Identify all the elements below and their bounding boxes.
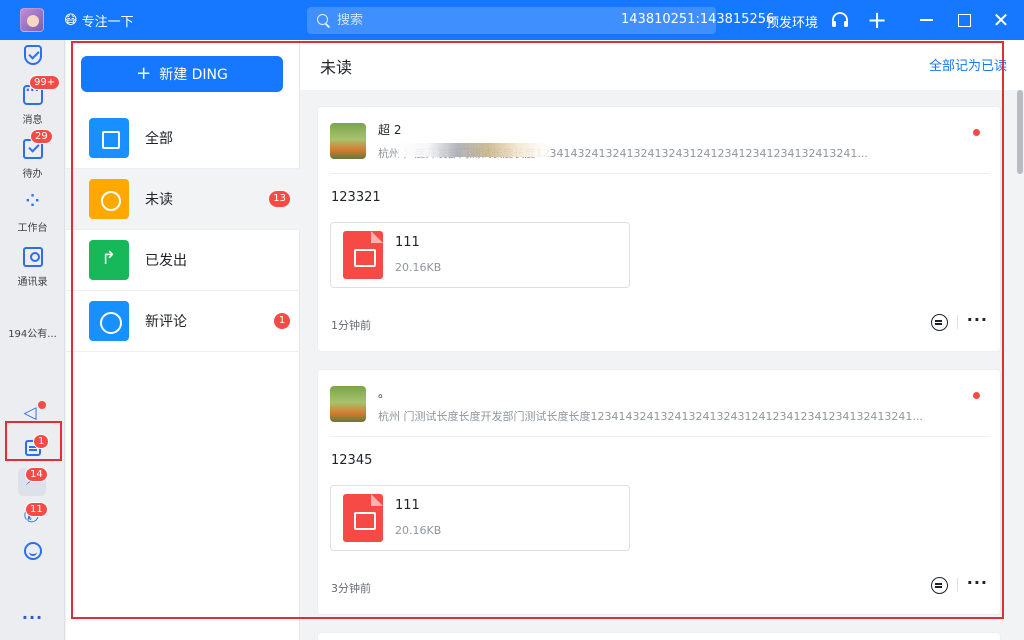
unread-dot bbox=[973, 392, 980, 399]
mark-all-read-link[interactable]: 全部记为已读 bbox=[929, 55, 1007, 74]
rail-item-label: 工作台 bbox=[17, 223, 48, 234]
scrollbar[interactable] bbox=[1017, 90, 1023, 174]
list-header: 未读 全部记为已读 bbox=[300, 40, 1024, 90]
timestamp: 3分钟前 bbox=[331, 582, 371, 595]
new-ding-label: 新建 DING bbox=[159, 67, 228, 83]
more-dots-icon[interactable]: ··· bbox=[0, 608, 65, 627]
status-indicator[interactable]: 😷 专注一下 bbox=[64, 11, 134, 30]
category-unread[interactable]: 未读 13 bbox=[66, 169, 300, 230]
category-sent[interactable]: 已发出 bbox=[66, 230, 300, 291]
left-rail: 消息 99+ 待办 29 工作台 通讯录 194公有... 1 14 11 ··… bbox=[0, 40, 65, 640]
sender-name: 超 2 bbox=[378, 123, 402, 137]
wallet-icon bbox=[89, 118, 129, 158]
message-body: 12345 bbox=[331, 453, 373, 468]
image-file-icon bbox=[343, 494, 383, 542]
shield-icon bbox=[23, 45, 42, 65]
rail-shield[interactable] bbox=[0, 45, 65, 69]
redacted-overlay bbox=[398, 143, 548, 157]
contacts-icon bbox=[22, 247, 43, 267]
ding-category-panel: + 新建 DING 全部 未读 13 已发出 新评论 1 bbox=[66, 40, 300, 640]
unread-dot bbox=[973, 129, 980, 136]
file-attachment[interactable]: 111 20.16KB bbox=[330, 485, 630, 551]
divider bbox=[957, 578, 958, 592]
ding-card[interactable]: 超 2 杭州 ）度开发部门测试长度长度123414324132413241324… bbox=[317, 106, 1001, 352]
sender-name: 。 bbox=[378, 386, 391, 400]
timestamp: 1分钟前 bbox=[331, 319, 371, 332]
file-name: 111 bbox=[395, 498, 420, 513]
status-emoji-icon: 😷 bbox=[64, 13, 78, 28]
rail-item-label: 待办 bbox=[22, 169, 43, 180]
file-attachment[interactable]: 111 20.16KB bbox=[330, 222, 630, 288]
search-input[interactable] bbox=[337, 13, 537, 28]
more-dots-icon[interactable]: ··· bbox=[967, 310, 988, 329]
new-ding-button[interactable]: + 新建 DING bbox=[81, 56, 283, 92]
ding-list-area: 未读 全部记为已读 超 2 杭州 ）度开发部门测试长度长度12341432413… bbox=[300, 40, 1024, 640]
title-bar: 😷 专注一下 143810251:143815256 预发环境 + ✕ bbox=[0, 0, 1024, 40]
rail-item-org[interactable]: 194公有... bbox=[0, 325, 65, 340]
message-body: 123321 bbox=[331, 190, 381, 205]
rail-item-messages[interactable]: 消息 99+ bbox=[0, 75, 65, 126]
page-title: 未读 bbox=[320, 58, 353, 77]
maximize-icon[interactable] bbox=[952, 8, 976, 32]
file-size: 20.16KB bbox=[395, 524, 442, 537]
unread-badge: 29 bbox=[30, 129, 53, 144]
plus-icon[interactable]: + bbox=[865, 8, 889, 32]
comment-icon[interactable] bbox=[931, 577, 948, 594]
category-new-comments[interactable]: 新评论 1 bbox=[66, 291, 300, 352]
category-all[interactable]: 全部 bbox=[66, 108, 300, 169]
user-avatar[interactable] bbox=[20, 8, 44, 32]
check-circle-icon bbox=[89, 179, 129, 219]
status-text: 专注一下 bbox=[81, 15, 134, 30]
category-label: 已发出 bbox=[145, 253, 187, 269]
divider bbox=[330, 173, 990, 174]
image-file-icon bbox=[343, 231, 383, 279]
rail-item-label: 通讯录 bbox=[17, 277, 48, 288]
divider bbox=[957, 315, 958, 329]
unread-badge: 99+ bbox=[29, 75, 61, 90]
category-label: 新评论 bbox=[145, 314, 187, 330]
file-size: 20.16KB bbox=[395, 261, 442, 274]
grid-apps-icon bbox=[23, 187, 43, 215]
headset-icon[interactable] bbox=[828, 8, 852, 32]
rail-item-calls[interactable]: 11 bbox=[0, 502, 65, 532]
sender-avatar bbox=[330, 386, 366, 422]
category-label: 全部 bbox=[145, 131, 173, 147]
sender-department: 杭州 门测试长度长度开发部门测试长度长度12341432413241324132… bbox=[378, 410, 923, 423]
environment-label[interactable]: 预发环境 bbox=[766, 12, 818, 31]
notification-dot bbox=[38, 401, 46, 409]
unread-badge: 14 bbox=[25, 467, 48, 482]
comment-icon bbox=[89, 301, 129, 341]
unread-badge: 11 bbox=[25, 502, 48, 517]
cloud-smile-icon bbox=[23, 542, 42, 560]
more-dots-icon[interactable]: ··· bbox=[967, 573, 988, 592]
plus-icon: + bbox=[136, 63, 152, 84]
rail-item-label: 消息 bbox=[22, 115, 43, 126]
search-icon bbox=[317, 13, 331, 28]
rail-item-cloud[interactable] bbox=[0, 542, 65, 564]
sender-avatar bbox=[330, 123, 366, 159]
divider bbox=[330, 436, 990, 437]
ding-card[interactable]: 。 杭州 门测试长度长度开发部门测试长度长度123414324132413241… bbox=[317, 369, 1001, 615]
forward-arrow-icon bbox=[89, 240, 129, 280]
ding-card[interactable] bbox=[317, 632, 1001, 640]
rail-item-ding[interactable]: 14 bbox=[0, 464, 65, 500]
minimize-icon[interactable] bbox=[914, 8, 938, 32]
comment-icon[interactable] bbox=[931, 314, 948, 331]
close-icon[interactable]: ✕ bbox=[989, 8, 1013, 32]
category-badge: 13 bbox=[269, 191, 290, 207]
rail-item-contacts[interactable]: 通讯录 bbox=[0, 247, 65, 288]
category-label: 未读 bbox=[145, 192, 173, 208]
category-badge: 1 bbox=[274, 313, 290, 329]
rail-item-workbench[interactable]: 工作台 bbox=[0, 187, 65, 234]
ding-highlight-box bbox=[5, 421, 62, 461]
account-id: 143810251:143815256 bbox=[621, 12, 775, 27]
file-name: 111 bbox=[395, 235, 420, 250]
rail-item-todo[interactable]: 待办 29 bbox=[0, 129, 65, 180]
